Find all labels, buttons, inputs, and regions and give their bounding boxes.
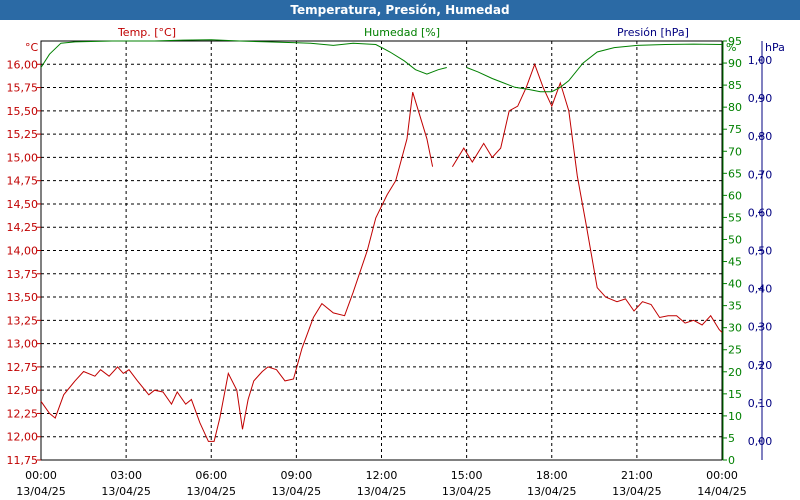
y-right2-tick-label: 0,10 bbox=[748, 397, 773, 410]
y-right2-tick-label: 0,00 bbox=[748, 435, 773, 448]
y-right1-tick-label: 75 bbox=[728, 123, 742, 136]
humidity-series-line bbox=[466, 43, 723, 93]
y-right2-tick-label: 0,50 bbox=[748, 245, 773, 258]
y-left-tick-label: 15,00 bbox=[7, 151, 39, 164]
y-right1-tick-label: 25 bbox=[728, 344, 742, 357]
y-left-tick-label: 13,75 bbox=[7, 268, 39, 281]
y-right2-tick-label: 0,20 bbox=[748, 359, 773, 372]
y-left-tick-label: 13,00 bbox=[7, 338, 39, 351]
legend: Temp. [°C] Humedad [%] Presión [hPa] °C … bbox=[25, 26, 785, 54]
legend-humidity: Humedad [%] bbox=[364, 26, 440, 39]
y-right1-tick-label: 5 bbox=[728, 432, 735, 445]
y-left-tick-label: 12,00 bbox=[7, 431, 39, 444]
x-tick-label-date: 13/04/25 bbox=[187, 485, 236, 498]
x-tick-label-date: 13/04/25 bbox=[527, 485, 576, 498]
y-left-tick-label: 16,00 bbox=[7, 58, 39, 71]
y-right1-tick-label: 15 bbox=[728, 388, 742, 401]
y-right1-tick-label: 85 bbox=[728, 79, 742, 92]
y-left-tick-label: 13,50 bbox=[7, 291, 39, 304]
y-left-tick-label: 15,50 bbox=[7, 105, 39, 118]
x-tick-label-date: 13/04/25 bbox=[272, 485, 321, 498]
x-tick-label-date: 14/04/25 bbox=[697, 485, 746, 498]
y-right1-tick-label: 20 bbox=[728, 366, 742, 379]
y-right2-tick-label: 1,00 bbox=[748, 54, 773, 67]
unit-humidity: % bbox=[726, 41, 736, 54]
y-right2-tick-label: 0,30 bbox=[748, 321, 773, 334]
y-right2-tick-label: 0,80 bbox=[748, 130, 773, 143]
x-tick-label-date: 13/04/25 bbox=[101, 485, 150, 498]
x-tick-label-time: 15:00 bbox=[451, 469, 483, 482]
x-tick-label-time: 09:00 bbox=[281, 469, 313, 482]
chart: 00:00 13/04/25 03:00 13/04/25 06:00 13/04/25 0… bbox=[7, 26, 785, 498]
y-right1-tick-label: 10 bbox=[728, 410, 742, 423]
y-right1-tick-label: 65 bbox=[728, 167, 742, 180]
x-tick-label-time: 18:00 bbox=[536, 469, 568, 482]
axes: 00:00 13/04/25 03:00 13/04/25 06:00 13/04/25 0… bbox=[7, 35, 773, 498]
y-right2-tick-label: 0,70 bbox=[748, 168, 773, 181]
y-left-tick-label: 12,50 bbox=[7, 384, 39, 397]
x-tick-label-time: 03:00 bbox=[110, 469, 142, 482]
y-right1-tick-label: 90 bbox=[728, 57, 742, 70]
y-right1-tick-label: 50 bbox=[728, 233, 742, 246]
legend-pressure: Presión [hPa] bbox=[617, 26, 689, 39]
unit-temp: °C bbox=[25, 41, 39, 54]
y-right1-tick-label: 30 bbox=[728, 322, 742, 335]
y-right2-tick-label: 0,60 bbox=[748, 206, 773, 219]
y-right1-tick-label: 45 bbox=[728, 256, 742, 269]
y-left-tick-label: 12,75 bbox=[7, 361, 39, 374]
grid bbox=[40, 40, 723, 461]
y-right1-tick-label: 70 bbox=[728, 145, 742, 158]
y-left-tick-label: 11,75 bbox=[7, 454, 39, 467]
y-left-tick-label: 15,75 bbox=[7, 82, 39, 95]
y-right1-tick-label: 40 bbox=[728, 278, 742, 291]
humidity-series-line bbox=[40, 39, 447, 75]
y-left-tick-label: 15,25 bbox=[7, 128, 39, 141]
y-right2-tick-label: 0,40 bbox=[748, 283, 773, 296]
y-left-tick-label: 14,25 bbox=[7, 221, 39, 234]
x-tick-label-time: 00:00 bbox=[25, 469, 57, 482]
legend-temp: Temp. [°C] bbox=[117, 26, 176, 39]
x-tick-label-time: 12:00 bbox=[366, 469, 398, 482]
unit-pressure: hPa bbox=[765, 41, 785, 54]
y-left-tick-label: 14,75 bbox=[7, 175, 39, 188]
x-tick-label-date: 13/04/25 bbox=[16, 485, 65, 498]
x-tick-label-time: 00:00 bbox=[706, 469, 738, 482]
y-right1-tick-label: 80 bbox=[728, 101, 742, 114]
y-left-tick-label: 13,25 bbox=[7, 314, 39, 327]
y-left-tick-label: 14,50 bbox=[7, 198, 39, 211]
y-right2-tick-label: 0,90 bbox=[748, 92, 773, 105]
y-right1-tick-label: 35 bbox=[728, 300, 742, 313]
y-right1-tick-label: 0 bbox=[728, 454, 735, 467]
x-tick-label-date: 13/04/25 bbox=[612, 485, 661, 498]
y-left-tick-label: 12,25 bbox=[7, 407, 39, 420]
y-right1-tick-label: 60 bbox=[728, 189, 742, 202]
y-right1-tick-label: 55 bbox=[728, 211, 742, 224]
temp-series-line bbox=[451, 62, 723, 333]
x-tick-label-time: 21:00 bbox=[621, 469, 653, 482]
x-tick-label-time: 06:00 bbox=[195, 469, 227, 482]
y-left-tick-label: 14,00 bbox=[7, 245, 39, 258]
x-tick-label-date: 13/04/25 bbox=[442, 485, 491, 498]
temp-series-line bbox=[40, 92, 434, 442]
x-tick-label-date: 13/04/25 bbox=[357, 485, 406, 498]
